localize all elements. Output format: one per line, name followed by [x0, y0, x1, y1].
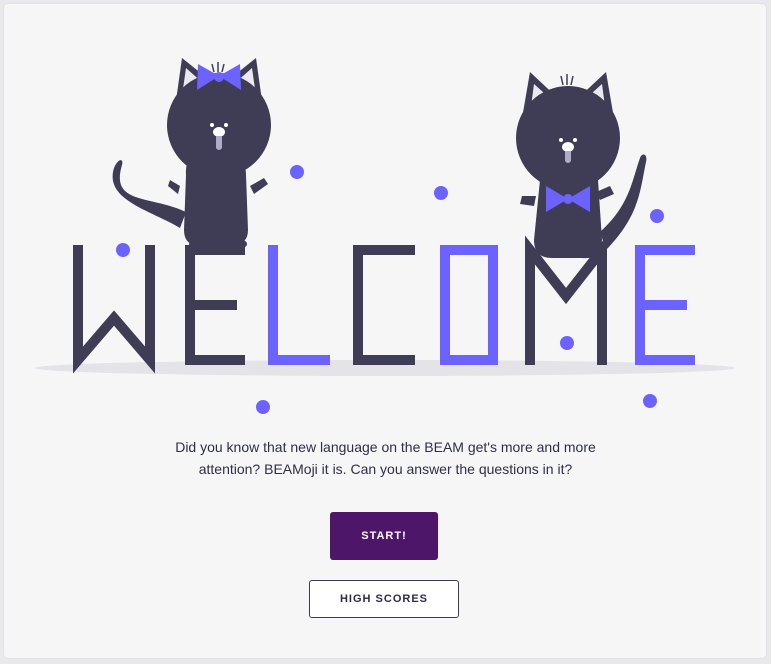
intro-line-2: attention? BEAMoji it is. Can you answer… [198, 461, 573, 477]
letter-w [73, 245, 155, 374]
letter-o [440, 245, 498, 365]
dot [434, 186, 448, 200]
dot [560, 336, 574, 350]
dot [290, 165, 304, 179]
dot [116, 243, 130, 257]
intro-line-1: Did you know that new language on the BE… [175, 439, 596, 455]
high-scores-button[interactable]: HIGH SCORES [309, 580, 459, 618]
letter-e [185, 245, 245, 365]
welcome-heading-letters [73, 235, 695, 374]
dot [650, 209, 664, 223]
letter-c [353, 245, 415, 365]
letter-l [268, 245, 330, 365]
start-button[interactable]: START! [330, 512, 438, 560]
dot [256, 400, 270, 414]
intro-text: Did you know that new language on the BE… [0, 436, 771, 480]
right-cat-illustration [516, 72, 647, 259]
welcome-illustration [35, 58, 735, 414]
letter-e-2 [635, 245, 695, 365]
left-cat-illustration [112, 58, 271, 249]
dot [643, 394, 657, 408]
